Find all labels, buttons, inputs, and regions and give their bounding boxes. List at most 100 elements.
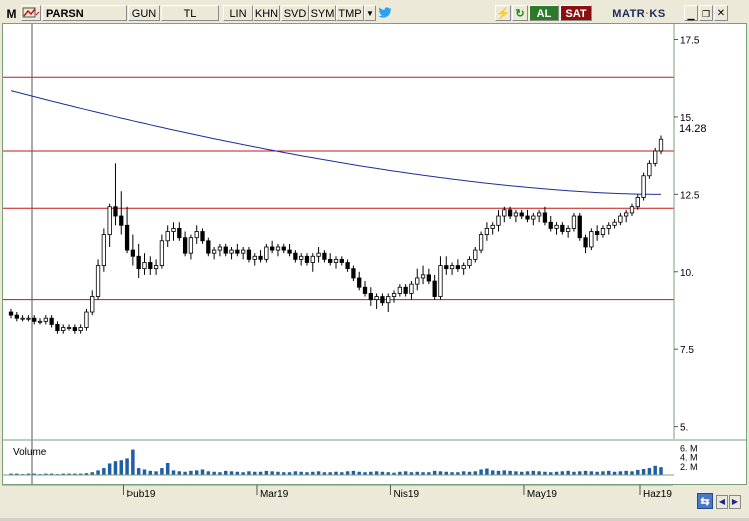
candle-body <box>536 212 542 217</box>
candle-body <box>496 215 501 226</box>
volume-bar <box>131 449 135 475</box>
candle-body <box>658 138 664 152</box>
time-axis-bar: Þub19 Mar19 Nis19 May19 Haz19 ⇆ ◀ ▶ <box>0 484 749 518</box>
candle-body <box>32 317 37 322</box>
candle-body <box>647 162 652 177</box>
candle-body <box>653 150 658 164</box>
candle-body <box>235 249 240 254</box>
candle-body <box>566 228 571 232</box>
khn-button[interactable]: KHN <box>253 5 280 21</box>
volume-bar <box>148 470 153 475</box>
candle-body <box>554 224 559 229</box>
volume-bar <box>618 471 623 475</box>
twitter-icon[interactable] <box>377 5 393 21</box>
candle-body <box>136 255 141 270</box>
candle-body <box>194 231 199 239</box>
candle-body <box>95 265 101 297</box>
volume-bar <box>566 470 570 475</box>
volume-bar <box>223 470 228 475</box>
volume-bar <box>177 471 182 475</box>
candle-body <box>548 221 553 229</box>
candle-body <box>362 286 368 294</box>
candle-body <box>304 255 310 263</box>
m-icon[interactable]: M <box>5 5 18 21</box>
candle-body <box>432 280 437 297</box>
volume-bar <box>171 470 176 475</box>
volume-bar <box>102 468 106 475</box>
candle-body <box>37 320 43 323</box>
sym-button[interactable]: SYM <box>309 5 336 21</box>
volume-bar <box>96 470 100 475</box>
volume-bar <box>653 465 657 475</box>
volume-bar <box>473 471 478 475</box>
nav-refresh-icon[interactable]: ⇆ <box>697 493 713 509</box>
volume-bar <box>537 471 541 475</box>
multi-icon[interactable] <box>21 5 41 21</box>
nav-right-icon[interactable]: ▶ <box>729 495 741 509</box>
refresh-icon[interactable]: ↻ <box>512 5 528 21</box>
last-price-label: 14.28 <box>679 123 707 135</box>
restore-icon[interactable]: ❐ <box>699 5 713 21</box>
candle-body <box>61 327 66 332</box>
candle-body <box>484 228 490 235</box>
chart-area[interactable]: 17.5 15. 12.5 10. 7.5 5. 14.28 Volume 6. M 4. … <box>2 23 747 485</box>
candle <box>641 172 646 201</box>
sell-button[interactable]: SAT <box>560 5 592 21</box>
volume-bar <box>583 470 588 475</box>
volume-title: Volume <box>13 447 47 458</box>
x-tick-label: May19 <box>527 489 557 500</box>
candle-body <box>618 215 623 223</box>
period-button[interactable]: GUN <box>128 5 160 21</box>
buy-button[interactable]: AL <box>529 5 559 21</box>
candle-body <box>339 258 344 263</box>
volume-bar <box>508 470 512 475</box>
price-chart[interactable]: 17.515.12.510.7.55. 14.28 Volume 6. M4. … <box>3 24 746 484</box>
candle-body <box>333 258 339 263</box>
volume-bar <box>160 468 164 475</box>
volume-bar <box>125 458 129 475</box>
lin-button[interactable]: LIN <box>223 5 253 21</box>
candle-body <box>49 317 54 325</box>
lightning-icon[interactable]: ⚡ <box>495 5 511 21</box>
candle-body <box>246 249 252 260</box>
nav-left-icon[interactable]: ◀ <box>716 495 728 509</box>
candle-body <box>188 237 194 254</box>
volume-bar <box>647 468 652 475</box>
volume-bar <box>142 469 147 475</box>
x-tick-label: Þub19 <box>126 489 155 500</box>
dropdown-icon[interactable]: ▼ <box>364 5 376 21</box>
symbol-field[interactable]: PARSN <box>42 5 127 21</box>
candle-body <box>217 246 223 251</box>
volume-bar <box>490 470 495 475</box>
candle-body <box>270 246 275 251</box>
close-icon[interactable]: ✕ <box>714 5 728 21</box>
volume-bar <box>165 463 170 475</box>
volume-bar <box>293 471 298 475</box>
tmp-button[interactable]: TMP <box>336 5 364 21</box>
volume-bar <box>194 470 199 475</box>
candle-body <box>519 212 524 217</box>
volume-axis: 6. M4. M2. M <box>680 443 698 471</box>
candle-body <box>507 209 513 217</box>
candle-body <box>426 274 431 282</box>
volume-bar <box>107 463 112 475</box>
volume-bar <box>630 471 634 475</box>
candle-body <box>148 262 153 270</box>
minimize-icon[interactable]: ▁ <box>684 5 698 21</box>
candle-body <box>281 246 286 251</box>
candle-body <box>275 246 281 251</box>
candle-body <box>66 327 72 329</box>
candle-body <box>583 237 588 248</box>
svd-button[interactable]: SVD <box>281 5 309 21</box>
volume-bar <box>461 471 466 475</box>
volume-bar <box>560 471 565 475</box>
currency-button[interactable]: TL <box>161 5 219 21</box>
candle-body <box>171 228 176 232</box>
volume-bar <box>345 471 350 475</box>
candle-body <box>490 224 495 229</box>
candle <box>264 243 269 263</box>
candle-body <box>200 231 205 242</box>
volume-bar <box>113 461 118 475</box>
candle-body <box>124 224 130 251</box>
volume-bar <box>641 469 646 475</box>
